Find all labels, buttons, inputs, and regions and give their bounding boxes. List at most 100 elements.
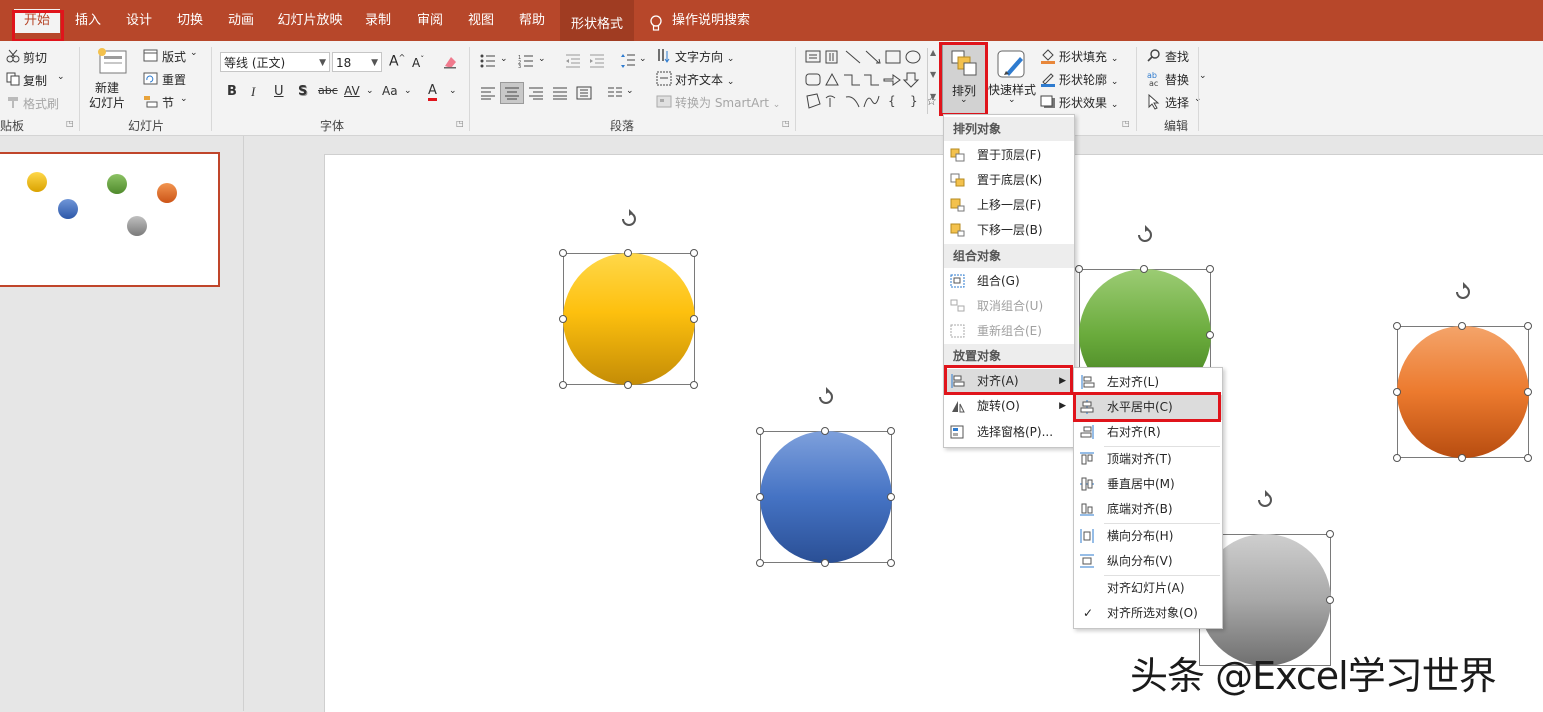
increase-font-button[interactable]: A^ — [389, 53, 405, 70]
resize-handle[interactable] — [821, 427, 829, 435]
shape-outline-button[interactable]: 形状轮廓 ⌄ — [1059, 71, 1118, 88]
copy-dropdown-icon[interactable]: ⌄ — [57, 72, 65, 82]
slide-thumbnail-1[interactable] — [0, 152, 220, 287]
tab-slideshow[interactable]: 幻灯片放映 — [272, 9, 348, 33]
resize-handle[interactable] — [756, 427, 764, 435]
shape-fill-button[interactable]: 形状填充 ⌄ — [1059, 48, 1118, 65]
tab-help[interactable]: 帮助 — [510, 9, 554, 33]
resize-handle[interactable] — [690, 381, 698, 389]
slide-thumbnails-panel[interactable] — [0, 136, 244, 711]
resize-handle[interactable] — [1326, 596, 1334, 604]
resize-handle[interactable] — [559, 381, 567, 389]
reset-button[interactable]: 重置 — [162, 71, 186, 88]
resize-handle[interactable] — [690, 249, 698, 257]
resize-handle[interactable] — [1206, 331, 1214, 339]
section-button[interactable]: 节 — [162, 94, 174, 111]
layout-button[interactable]: 版式 — [162, 48, 186, 65]
chevron-down-icon[interactable]: ⌄ — [449, 86, 457, 96]
orange-circle-shape[interactable] — [1397, 326, 1529, 458]
chevron-down-icon[interactable]: ⌄ — [1199, 71, 1207, 81]
font-color-button[interactable]: A — [428, 84, 437, 101]
resize-handle[interactable] — [1326, 530, 1334, 538]
resize-handle[interactable] — [1524, 388, 1532, 396]
chevron-down-icon[interactable]: ⌄ — [366, 86, 374, 96]
rotate-handle-icon[interactable] — [815, 386, 837, 408]
resize-handle[interactable] — [1393, 322, 1401, 330]
copy-button[interactable]: 复制 — [23, 72, 47, 89]
tab-view[interactable]: 视图 — [459, 9, 503, 33]
justify-icon[interactable] — [552, 86, 568, 100]
increase-indent-icon[interactable] — [589, 54, 605, 68]
change-case-button[interactable]: Aa — [382, 84, 398, 98]
menu-item-distribute-vertical[interactable]: 纵向分布(V) — [1074, 549, 1222, 574]
line-spacing-icon[interactable] — [620, 53, 636, 69]
tell-me-search[interactable]: 操作说明搜索 — [672, 9, 752, 33]
resize-handle[interactable] — [1206, 265, 1214, 273]
rotate-handle-icon[interactable] — [1134, 224, 1156, 246]
bold-button[interactable]: B — [227, 84, 237, 99]
tab-shape-format[interactable]: 形状格式 — [560, 0, 634, 41]
chevron-down-icon[interactable]: ⌄ — [1008, 95, 1016, 105]
menu-item-align-bottom[interactable]: 底端对齐(B) — [1074, 497, 1222, 522]
resize-handle[interactable] — [1393, 454, 1401, 462]
decrease-font-button[interactable]: Aˇ — [412, 55, 424, 70]
menu-item-rotate[interactable]: 旋转(O) ▶ — [944, 394, 1074, 419]
chevron-down-icon[interactable]: ▼ — [930, 70, 936, 79]
rotate-handle-icon[interactable] — [1452, 281, 1474, 303]
font-launcher-icon[interactable]: ◳ — [456, 119, 464, 128]
blue-circle-shape[interactable] — [760, 431, 892, 563]
new-slide-button[interactable]: 新建 幻灯片 — [89, 81, 125, 111]
chevron-down-icon[interactable]: ⌄ — [639, 54, 647, 64]
replace-button[interactable]: 替换 — [1165, 71, 1189, 88]
resize-handle[interactable] — [887, 427, 895, 435]
align-center-selected[interactable] — [500, 82, 524, 104]
format-painter-button[interactable]: 格式刷 — [23, 95, 59, 112]
chevron-up-icon[interactable]: ▲ — [930, 48, 936, 57]
char-spacing-button[interactable]: AV — [344, 84, 360, 98]
menu-item-selection-pane[interactable]: 选择窗格(P)... — [944, 420, 1074, 445]
menu-item-align-middle[interactable]: 垂直居中(M) — [1074, 472, 1222, 497]
tab-insert[interactable]: 插入 — [66, 9, 110, 33]
columns-icon[interactable] — [607, 86, 623, 100]
resize-handle[interactable] — [1140, 265, 1148, 273]
select-button[interactable]: 选择 — [1165, 94, 1189, 111]
section-dropdown-icon[interactable]: ⌄ — [180, 94, 188, 104]
font-size-combo[interactable]: 18 ▼ — [332, 52, 382, 72]
resize-handle[interactable] — [1524, 454, 1532, 462]
resize-handle[interactable] — [1458, 322, 1466, 330]
resize-handle[interactable] — [756, 559, 764, 567]
resize-handle[interactable] — [887, 559, 895, 567]
gallery-scroll[interactable]: ▲ ▼ ▼ — [927, 48, 939, 114]
font-name-combo[interactable]: 等线 (正文) ▼ — [220, 52, 330, 72]
resize-handle[interactable] — [887, 493, 895, 501]
chevron-down-icon[interactable]: ⌄ — [626, 86, 634, 96]
menu-item-align-top[interactable]: 顶端对齐(T) — [1074, 447, 1222, 472]
resize-handle[interactable] — [821, 559, 829, 567]
clipboard-launcher-icon[interactable]: ◳ — [66, 119, 74, 128]
menu-item-regroup[interactable]: 重新组合(E) — [944, 319, 1074, 344]
chevron-down-icon[interactable]: ⌄ — [500, 54, 508, 64]
resize-handle[interactable] — [1075, 265, 1083, 273]
resize-handle[interactable] — [1393, 388, 1401, 396]
drawing-launcher-icon[interactable]: ◳ — [1122, 119, 1130, 128]
menu-item-send-backward[interactable]: 下移一层(B) — [944, 218, 1074, 243]
menu-item-ungroup[interactable]: 取消组合(U) — [944, 294, 1074, 319]
tab-record[interactable]: 录制 — [356, 9, 400, 33]
distributed-icon[interactable] — [576, 86, 592, 100]
bullets-icon[interactable] — [480, 54, 496, 68]
underline-button[interactable]: U — [274, 84, 284, 99]
strikethrough-button[interactable]: abc — [318, 84, 338, 97]
chevron-down-icon[interactable]: ⌄ — [538, 54, 546, 64]
menu-item-bring-forward[interactable]: 上移一层(F) — [944, 193, 1074, 218]
menu-item-distribute-horizontal[interactable]: 横向分布(H) — [1074, 524, 1222, 549]
resize-handle[interactable] — [624, 249, 632, 257]
slide-canvas[interactable] — [324, 154, 1543, 712]
numbering-icon[interactable]: 123 — [518, 54, 534, 68]
tab-review[interactable]: 审阅 — [408, 9, 452, 33]
resize-handle[interactable] — [690, 315, 698, 323]
find-button[interactable]: 查找 — [1165, 48, 1189, 65]
rotate-handle-icon[interactable] — [1254, 489, 1276, 511]
align-right-icon[interactable] — [528, 86, 544, 100]
resize-handle[interactable] — [559, 249, 567, 257]
resize-handle[interactable] — [1524, 322, 1532, 330]
